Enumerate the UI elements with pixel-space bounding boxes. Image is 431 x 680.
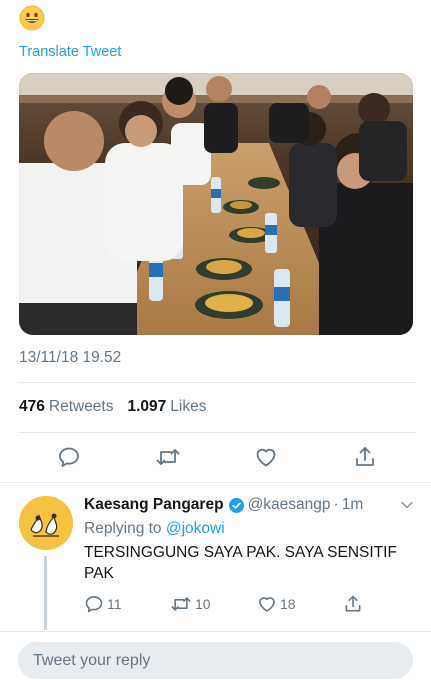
reply-time: 1m [341,496,364,513]
like-icon [259,597,275,612]
replying-to: Replying to @jokowi [84,520,225,538]
reply-like-count: 18 [280,596,296,612]
thread-line [44,556,47,630]
replying-to-prefix: Replying to [84,520,162,537]
divider [0,482,431,483]
translate-tweet-link[interactable]: Translate Tweet [19,44,121,60]
tweet-actions [19,444,416,472]
reply-button[interactable] [56,444,82,470]
reply-icon [85,596,103,613]
retweet-button[interactable] [155,444,181,470]
chevron-down-icon[interactable] [401,500,413,510]
reply-author-name[interactable]: Kaesang Pangarep [84,496,224,514]
likes-count[interactable]: 1.097 [128,398,167,416]
like-button[interactable] [253,444,279,470]
share-icon [345,595,361,612]
reply-icon [59,447,79,467]
likes-label[interactable]: Likes [170,398,206,416]
verified-badge-icon [228,497,244,513]
share-icon [356,447,374,466]
retweet-icon [171,597,191,611]
divider [19,432,416,433]
reply-actions: 11 10 18 [84,594,374,616]
grinning-face-emoji [19,5,45,31]
reply-reply-count: 11 [107,596,122,612]
reply-text: TERSINGGUNG SAYA PAK. SAYA SENSITIF PAK [84,544,397,582]
avatar[interactable] [19,496,73,550]
stats-gap [118,398,124,416]
retweets-count[interactable]: 476 [19,398,45,416]
tweet-timestamp: 13/11/18 19.52 [19,349,122,366]
reply-retweet-count: 10 [195,596,211,612]
replying-to-mention[interactable]: @jokowi [166,520,225,537]
reply-retweet-button[interactable]: 10 [170,594,211,614]
reply-composer-input[interactable]: Tweet your reply [18,642,413,679]
tweet-photo[interactable] [19,73,413,335]
reply-author-handle[interactable]: @kaesangp [248,496,331,514]
reply-like-button[interactable]: 18 [257,594,296,614]
divider [0,631,431,632]
retweets-label[interactable]: Retweets [49,398,114,416]
reply-header: Kaesang Pangarep @kaesangp · 1m [84,496,363,514]
share-button[interactable] [352,444,378,470]
divider [19,382,416,383]
like-icon [256,448,276,467]
reply-share-button[interactable] [343,594,363,614]
retweet-icon [156,449,180,465]
tweet-stats: 476 Retweets 1.097 Likes [19,398,206,416]
dot-separator: · [333,496,339,513]
reply-reply-button[interactable]: 11 [84,594,122,614]
